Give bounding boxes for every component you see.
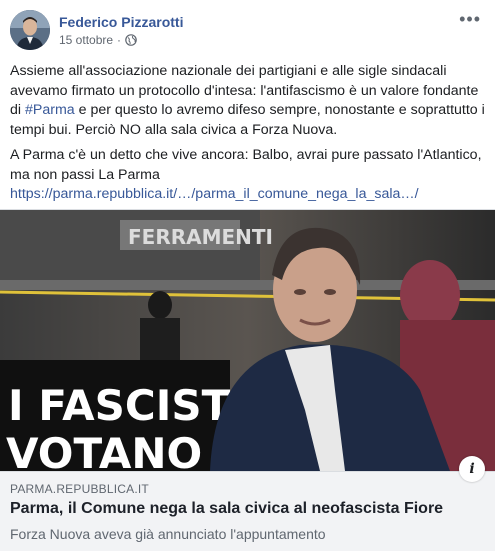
post-paragraph-1: Assieme all'associazione nazionale dei p… bbox=[10, 62, 488, 140]
link-details[interactable]: PARMA.REPUBBLICA.IT Parma, il Comune neg… bbox=[0, 471, 495, 551]
paragraph-2-text: A Parma c'è un detto che vive ancora: Ba… bbox=[10, 147, 482, 183]
facebook-post: Federico Pizzarotti 15 ottobre · ••• Ass… bbox=[0, 0, 495, 551]
post-meta: Federico Pizzarotti 15 ottobre · bbox=[59, 13, 183, 48]
post-subline: 15 ottobre · bbox=[59, 32, 183, 48]
more-options-icon[interactable]: ••• bbox=[459, 10, 481, 28]
preview-image[interactable]: FERRAMENTI I FASCIST VOTANO bbox=[0, 210, 495, 471]
author-name[interactable]: Federico Pizzarotti bbox=[59, 13, 183, 31]
link-domain: PARMA.REPUBBLICA.IT bbox=[10, 482, 149, 496]
globe-icon[interactable] bbox=[125, 34, 137, 46]
hashtag-link[interactable]: #Parma bbox=[25, 102, 75, 118]
avatar-image bbox=[10, 10, 50, 50]
post-body: Assieme all'associazione nazionale dei p… bbox=[10, 62, 488, 211]
link-description: Forza Nuova aveva già annunciato l'appun… bbox=[10, 526, 326, 542]
separator-dot: · bbox=[117, 33, 122, 47]
banner-line-1: I FASCIST bbox=[8, 381, 231, 430]
banner-line-2: VOTANO bbox=[6, 429, 202, 471]
article-url-link[interactable]: https://parma.repubblica.it/…/parma_il_c… bbox=[10, 186, 419, 202]
link-title[interactable]: Parma, il Comune nega la sala civica al … bbox=[10, 500, 443, 518]
author-avatar[interactable] bbox=[10, 10, 50, 50]
shop-sign-text: FERRAMENTI bbox=[128, 225, 273, 249]
info-icon[interactable]: i bbox=[459, 456, 485, 482]
post-paragraph-2: A Parma c'è un detto che vive ancora: Ba… bbox=[10, 146, 488, 205]
post-header: Federico Pizzarotti 15 ottobre · ••• bbox=[10, 10, 485, 52]
link-preview[interactable]: FERRAMENTI I FASCIST VOTANO PARMA.REPUBB… bbox=[0, 209, 495, 551]
post-date[interactable]: 15 ottobre bbox=[59, 32, 113, 48]
paragraph-1-text-b: e per questo lo avremo difeso sempre, no… bbox=[10, 102, 485, 138]
